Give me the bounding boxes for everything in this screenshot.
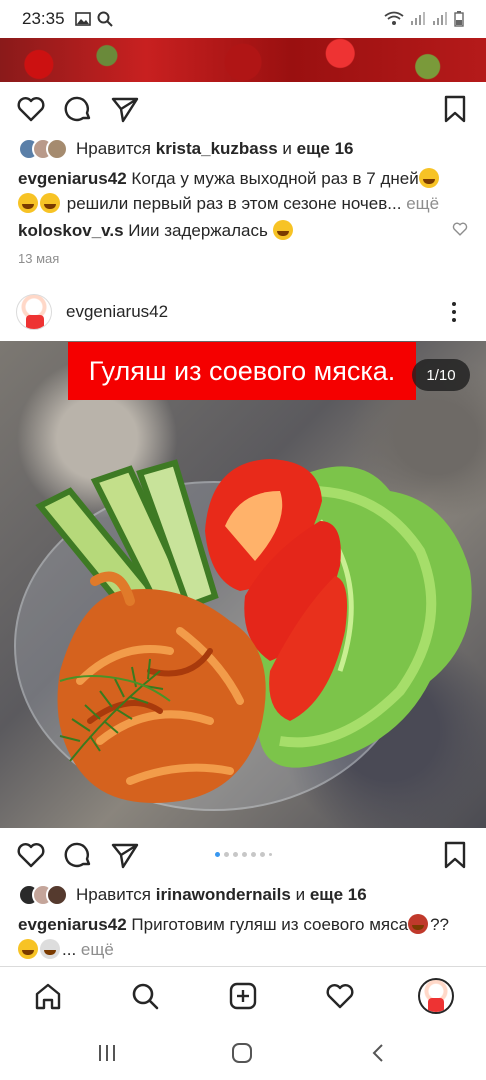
comment-row: koloskov_v.s Иии задержалась [18,220,295,241]
post1-actions [0,86,486,130]
food-illustration [35,459,472,803]
post2-header: evgeniarus42 [0,290,486,334]
home-icon[interactable] [33,981,63,1011]
likers-avatars [18,138,68,160]
meat-emoji [408,914,429,934]
carousel-dot [241,852,247,857]
likes-prefix: Нравится [76,139,152,158]
back-icon[interactable] [368,1042,390,1064]
likes-more[interactable]: еще 16 [310,885,367,905]
signal-icon-2 [433,12,447,25]
gallery-icon [74,12,91,26]
home-button-icon[interactable] [231,1042,253,1064]
rofl-emoji [18,193,38,213]
post2-caption: evgeniarus42 Приготовим гуляш из соевого… [18,912,473,962]
more-link[interactable]: ещё [81,940,114,959]
previous-post-image[interactable] [0,38,486,82]
post-date: 13 мая [18,251,60,266]
search-status-icon [97,11,113,27]
carousel-dot-active [214,852,220,857]
avatar[interactable] [16,294,52,330]
carousel-dot [268,853,272,856]
caption-user[interactable]: evgeniarus42 [18,169,127,188]
comment-user[interactable]: koloskov_v.s [18,221,124,240]
heart-icon[interactable] [16,94,46,124]
recent-apps-icon[interactable] [96,1042,118,1064]
battery-icon [454,11,464,27]
bookmark-icon[interactable] [440,94,470,124]
carousel-counter: 1/10 [412,359,470,391]
carousel-dot [223,852,229,857]
bottom-nav [0,966,486,1026]
comment-heart-icon[interactable] [452,221,468,237]
rofl-emoji [418,168,439,188]
rofl-emoji [40,193,60,213]
signal-icon [411,12,425,25]
status-bar: 23:35 [0,0,486,38]
more-options-icon[interactable] [452,302,458,322]
comment-text: Иии задержалась [128,221,268,240]
profile-avatar[interactable] [418,978,454,1014]
system-nav [0,1026,486,1080]
comment-icon[interactable] [64,94,94,124]
likes-more[interactable]: еще 16 [297,139,354,159]
caption-user[interactable]: evgeniarus42 [18,915,127,934]
likes-user[interactable]: irinawondernails [156,885,291,905]
clock: 23:35 [22,9,65,28]
post-username[interactable]: evgeniarus42 [66,302,168,322]
caption-suffix: ?? [430,915,449,934]
carousel-dots [0,852,486,857]
image-title-banner: Гуляш из соевого мяска. [68,342,416,400]
carousel-dot [232,852,238,857]
carousel-dot [259,852,265,857]
post2-likes[interactable]: Нравится irinawondernails и еще 16 [18,884,367,906]
caption-line2-suffix: ... [62,940,77,959]
caption-line2: решили первый раз в этом сезоне ночев... [66,194,402,213]
caption-line1: Когда у мужа выходной раз в 7 дней [131,169,419,188]
grin-emoji [272,220,293,240]
image-title: Гуляш из соевого мяска. [88,355,396,386]
likers-avatars [18,884,68,906]
likes-prefix: Нравится [76,885,152,904]
wifi-icon [384,11,404,25]
post1-likes[interactable]: Нравится krista_kuzbass и еще 16 [18,138,354,160]
likes-user[interactable]: krista_kuzbass [156,139,278,159]
add-post-icon[interactable] [228,981,258,1011]
activity-heart-icon[interactable] [325,981,355,1011]
hug-emoji [18,939,38,959]
post-photo[interactable]: Гуляш из соевого мяска. 1/10 [0,341,486,828]
caption-text: Приготовим гуляш из соевого мяса [131,915,409,934]
plate-emoji [40,939,60,959]
send-icon[interactable] [110,94,140,124]
more-link[interactable]: ещё [406,194,439,213]
likes-connector: и [282,139,292,158]
post1-caption: evgeniarus42 Когда у мужа выходной раз в… [18,166,473,216]
search-icon[interactable] [130,981,160,1011]
carousel-dot [250,852,256,857]
likes-connector: и [295,885,306,904]
